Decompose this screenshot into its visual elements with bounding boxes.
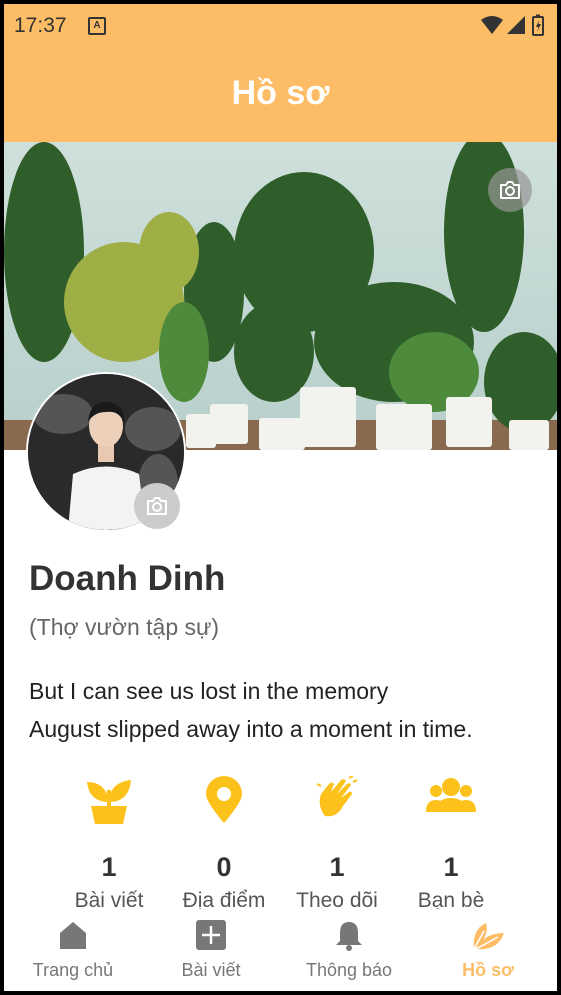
battery-icon [532,14,544,36]
profile-name: Doanh Dinh [29,559,226,598]
nav-label: Thông báo [305,960,393,980]
location-pin-icon [206,776,242,823]
stat-following[interactable]: 1 Theo dõi [272,776,402,913]
nav-label: Bài viết [181,960,241,980]
nav-notifications[interactable]: Thông báo [280,919,418,981]
nav-profile[interactable]: Hồ sơ [419,919,557,981]
plant-icon [87,780,131,824]
bell-icon [336,922,362,951]
bio-line: But I can see us lost in the memory [29,678,389,704]
stat-value: 1 [101,852,117,882]
add-post-icon [196,920,226,950]
nav-posts[interactable]: Bài viết [142,919,280,981]
waving-hand-icon [316,776,358,817]
stat-places[interactable]: 0 Địa điểm [159,776,289,913]
page-title: Hồ sơ [231,74,330,112]
stat-value: 1 [329,852,345,882]
signal-icon [507,16,525,34]
nav-home[interactable]: Trang chủ [4,919,142,981]
stat-posts[interactable]: 1 Bài viết [44,776,174,913]
system-icons [479,14,549,41]
change-avatar-button[interactable] [134,483,180,529]
camera-icon [147,497,167,515]
leaf-icon [473,923,504,950]
stat-friends[interactable]: 1 Bạn bè [386,776,516,913]
profile-role: (Thợ vườn tập sự) [29,614,220,640]
stat-value: 1 [443,852,459,882]
change-cover-button[interactable] [488,168,532,212]
home-icon [60,922,86,949]
bottom-navigation: Trang chủ Bài viết Thông báo Hồ sơ [4,909,557,991]
camera-icon [500,181,520,199]
notification-badge: A [88,17,106,35]
friends-icon [426,778,476,812]
profile-bio: But I can see us lost in the memory Augu… [29,672,473,748]
nav-label: Trang chủ [32,960,114,980]
screen: 17:37 A Hồ sơ Doanh Dinh (Thợ vườn tập s… [4,4,557,991]
stat-value: 0 [216,852,232,882]
app-bar: 17:37 A Hồ sơ [4,4,557,142]
status-time: 17:37 [14,14,67,37]
wifi-icon [481,16,503,34]
bio-line: August slipped away into a moment in tim… [29,716,473,742]
nav-label: Hồ sơ [462,960,514,980]
status-bar: 17:37 A [4,4,557,44]
